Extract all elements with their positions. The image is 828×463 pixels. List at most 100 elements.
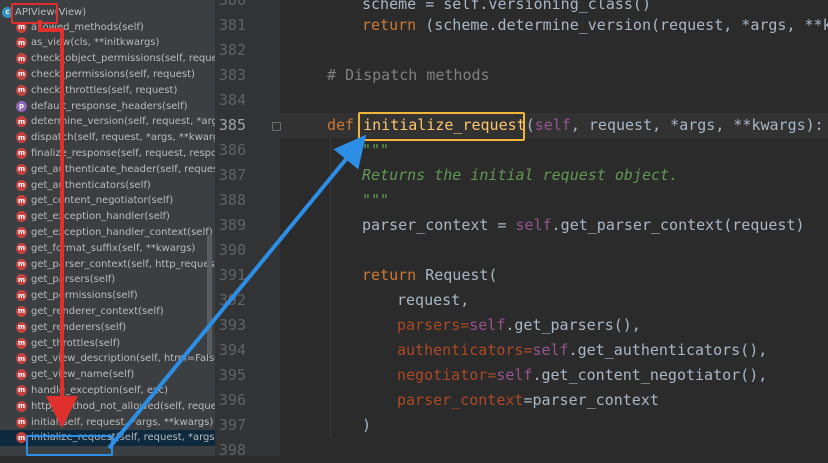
line-number: 396 [218, 391, 246, 409]
structure-item-label: dispatch(self, request, *args, **kwargs) [31, 132, 215, 144]
line-number: 382 [218, 41, 246, 59]
structure-item-label: get_parsers(self) [31, 274, 116, 286]
structure-item-label: get_renderers(self) [31, 321, 127, 333]
method-icon: m [16, 321, 27, 333]
structure-item-label: as_view(cls, **initkwargs) [31, 37, 160, 49]
structure-item[interactable]: m get_parser_context(self, http_request) [0, 256, 215, 272]
structure-item-label: check_permissions(self, request) [31, 68, 195, 80]
method-icon: m [16, 400, 27, 412]
method-icon: m [16, 242, 27, 254]
method-icon: m [16, 290, 27, 302]
structure-item-label: get_exception_handler_context(self) [31, 226, 213, 238]
method-icon: m [16, 258, 27, 270]
structure-item[interactable]: m get_exception_handler_context(self) [0, 224, 215, 240]
structure-item-label: get_format_suffix(self, **kwargs) [31, 242, 196, 254]
structure-item[interactable]: m http_method_not_allowed(self, request, … [0, 398, 215, 414]
code-line-397: ) [362, 416, 372, 434]
structure-item[interactable]: m get_authenticate_header(self, request) [0, 161, 215, 177]
code-line-389: parser_context = self.get_parser_context… [362, 216, 805, 234]
structure-item[interactable]: m check_permissions(self, request) [0, 66, 215, 82]
structure-item[interactable]: m dispatch(self, request, *args, **kwargs… [0, 130, 215, 146]
annotation-blue-box [26, 435, 113, 456]
code-line-392: request, [397, 291, 470, 309]
structure-item[interactable]: m get_exception_handler(self) [0, 209, 215, 225]
structure-item-label: get_authenticate_header(self, request) [31, 163, 215, 175]
method-icon: m [16, 305, 27, 317]
structure-item[interactable]: m determine_version(self, request, *args,… [0, 114, 215, 130]
class-suffix: (View) [54, 6, 87, 18]
structure-item[interactable]: m initial(self, request, *args, **kwargs) [0, 414, 215, 430]
method-icon: m [16, 226, 27, 238]
line-number: 381 [218, 16, 246, 34]
structure-item[interactable]: m check_object_permissions(self, request,… [0, 51, 215, 67]
method-icon: m [16, 195, 27, 207]
structure-item-label: finalize_response(self, request, respons… [31, 147, 215, 159]
structure-item-label: determine_version(self, request, *args, … [31, 116, 215, 128]
structure-item-label: get_exception_handler(self) [31, 211, 170, 223]
line-number: 380 [218, 0, 246, 9]
code-line-388: """ [362, 191, 390, 209]
structure-item[interactable]: m get_view_description(self, html=False) [0, 351, 215, 367]
method-icon: m [16, 211, 27, 223]
structure-item-label: get_view_description(self, html=False) [31, 353, 215, 365]
code-line-381: return (scheme.determine_version(request… [362, 16, 828, 34]
code-line-391: return Request( [362, 266, 498, 284]
structure-item-label: get_throttles(self) [31, 337, 121, 349]
structure-item[interactable]: m get_renderers(self) [0, 319, 215, 335]
line-number: 384 [218, 91, 246, 109]
line-number: 389 [218, 216, 246, 234]
line-number: 390 [218, 241, 246, 259]
line-number: 392 [218, 291, 246, 309]
structure-item[interactable]: m get_format_suffix(self, **kwargs) [0, 240, 215, 256]
structure-item[interactable]: m get_renderer_context(self) [0, 303, 215, 319]
method-icon: m [16, 84, 27, 96]
line-number: 393 [218, 316, 246, 334]
method-icon: m [16, 163, 27, 175]
code-line-396: parser_context=parser_context [397, 391, 659, 409]
structure-item-label: check_object_permissions(self, request, … [31, 53, 215, 65]
structure-item[interactable]: m handle_exception(self, exc) [0, 382, 215, 398]
method-icon: m [16, 353, 27, 365]
method-icon: m [16, 369, 27, 381]
structure-item-label: get_view_name(self) [31, 369, 135, 381]
annotation-red-box [11, 3, 58, 24]
method-icon: m [16, 116, 27, 128]
structure-item-label: get_content_negotiator(self) [31, 195, 174, 207]
method-icon: m [16, 68, 27, 80]
structure-scrollbar[interactable] [207, 235, 212, 355]
method-icon: m [16, 416, 27, 428]
structure-item-label: handle_exception(self, exc) [31, 384, 168, 396]
line-number: 395 [218, 366, 246, 384]
structure-item[interactable]: p default_response_headers(self) [0, 98, 215, 114]
structure-item[interactable]: m get_throttles(self) [0, 335, 215, 351]
line-number: 391 [218, 266, 246, 284]
structure-item-label: check_throttles(self, request) [31, 84, 178, 96]
code-line-394: authenticators=self.get_authenticators()… [397, 341, 768, 359]
structure-item[interactable]: m finalize_response(self, request, respon… [0, 145, 215, 161]
structure-item[interactable]: m as_view(cls, **initkwargs) [0, 35, 215, 51]
structure-item[interactable]: m check_throttles(self, request) [0, 82, 215, 98]
code-line-393: parsers=self.get_parsers(), [397, 316, 641, 334]
code-line-383: # Dispatch methods [327, 66, 490, 84]
structure-item-label: http_method_not_allowed(self, request, *… [31, 400, 215, 412]
method-icon: m [16, 179, 27, 191]
structure-item[interactable]: m get_authenticators(self) [0, 177, 215, 193]
structure-item[interactable]: m get_view_name(self) [0, 367, 215, 383]
method-icon: m [16, 337, 27, 349]
line-number: 387 [218, 166, 246, 184]
method-icon: m [16, 37, 27, 49]
line-number: 388 [218, 191, 246, 209]
method-icon: m [16, 53, 27, 65]
structure-item[interactable]: m get_content_negotiator(self) [0, 193, 215, 209]
structure-item[interactable]: m get_permissions(self) [0, 288, 215, 304]
property-icon: p [16, 100, 27, 112]
structure-item-label: default_response_headers(self) [31, 100, 188, 112]
method-icon: m [16, 274, 27, 286]
annotation-yellow-box [358, 112, 525, 141]
structure-item[interactable]: m get_parsers(self) [0, 272, 215, 288]
line-number: 398 [218, 441, 246, 459]
code-line-395: negotiator=self.get_content_negotiator()… [397, 366, 768, 384]
method-icon: m [16, 132, 27, 144]
code-line-386: """ [362, 141, 390, 159]
structure-item-label: get_parser_context(self, http_request) [31, 258, 215, 270]
